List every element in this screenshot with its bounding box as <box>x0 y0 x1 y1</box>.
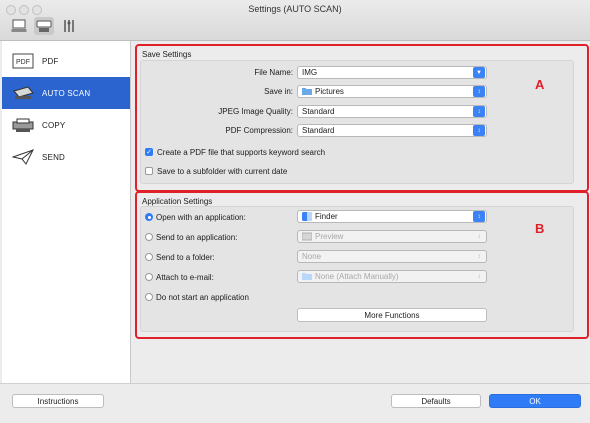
attach-to-email-label: Attach to e-mail: <box>156 273 214 282</box>
chevron-updown-icon: ↕ <box>477 233 481 240</box>
jpeg-quality-select[interactable]: Standard ↕ <box>297 105 487 118</box>
chevron-down-icon[interactable]: ▼ <box>473 67 485 78</box>
sidebar-item-send[interactable]: SEND <box>2 141 130 173</box>
auto-scan-icon <box>13 86 34 99</box>
ok-button[interactable]: OK <box>489 394 581 408</box>
sidebar: PDF PDF AUTO SCAN COPY SEND <box>2 41 131 383</box>
sidebar-item-label: PDF <box>42 56 59 66</box>
pdf-compression-select[interactable]: Standard ↕ <box>297 124 487 137</box>
do-not-start-application-label: Do not start an application <box>156 293 249 302</box>
keyword-search-checkbox[interactable]: ✓ <box>145 148 153 156</box>
chevron-updown-icon: ↕ <box>473 106 485 117</box>
do-not-start-application-radio[interactable] <box>145 293 153 301</box>
scan-from-computer-tab[interactable] <box>9 17 29 35</box>
scan-from-operation-panel-tab[interactable] <box>34 17 54 35</box>
send-to-application-label: Send to an application: <box>156 233 238 242</box>
chevron-updown-icon: ↕ <box>477 253 481 260</box>
send-to-application-select[interactable]: Preview ↕ <box>297 230 487 243</box>
annotation-marker-b: B <box>535 221 545 236</box>
open-with-application-label: Open with an application: <box>156 213 246 222</box>
subfolder-date-checkbox[interactable] <box>145 167 153 175</box>
open-with-application-radio[interactable] <box>145 213 153 221</box>
save-settings-title: Save Settings <box>142 50 192 59</box>
pdf-icon: PDF <box>12 53 34 69</box>
sidebar-item-label: AUTO SCAN <box>42 88 91 98</box>
subfolder-date-label: Save to a subfolder with current date <box>157 167 288 176</box>
scanner-computer-icon <box>11 19 27 32</box>
attach-to-email-radio[interactable] <box>145 273 153 281</box>
scanner-panel-icon <box>36 20 52 32</box>
keyword-search-label: Create a PDF file that supports keyword … <box>157 148 326 157</box>
copy-printer-icon <box>12 118 34 132</box>
save-in-value: Pictures <box>315 87 344 96</box>
tools-icon <box>64 20 74 32</box>
jpeg-quality-label: JPEG Image Quality: <box>218 107 293 116</box>
chevron-updown-icon: ↕ <box>473 86 485 97</box>
file-name-label: File Name: <box>254 68 293 77</box>
sidebar-item-pdf[interactable]: PDF PDF <box>2 45 130 77</box>
finder-icon <box>302 212 312 221</box>
application-settings-title: Application Settings <box>142 197 213 206</box>
annotation-marker-a: A <box>535 77 545 92</box>
send-to-folder-radio[interactable] <box>145 253 153 261</box>
jpeg-quality-value: Standard <box>302 107 335 116</box>
general-settings-tab[interactable] <box>59 17 79 35</box>
window-title: Settings (AUTO SCAN) <box>248 4 342 14</box>
sidebar-item-copy[interactable]: COPY <box>2 109 130 141</box>
file-name-combobox[interactable]: IMG ▼ <box>297 66 487 79</box>
more-functions-button[interactable]: More Functions <box>297 308 487 322</box>
open-with-application-select[interactable]: Finder ↕ <box>297 210 487 223</box>
preview-icon <box>302 232 312 241</box>
send-to-folder-select[interactable]: None ↕ <box>297 250 487 263</box>
sidebar-item-label: COPY <box>42 120 66 130</box>
save-in-label: Save in: <box>264 87 293 96</box>
send-to-application-value: Preview <box>315 232 344 241</box>
sidebar-item-auto-scan[interactable]: AUTO SCAN <box>2 77 130 109</box>
chevron-updown-icon: ↕ <box>473 211 485 222</box>
defaults-button[interactable]: Defaults <box>391 394 481 408</box>
folder-icon <box>302 273 312 280</box>
send-paper-plane-icon <box>12 149 34 165</box>
attach-to-email-select[interactable]: None (Attach Manually) ↕ <box>297 270 487 283</box>
title-bar: Settings (AUTO SCAN) <box>0 0 590 41</box>
save-in-select[interactable]: Pictures ↕ <box>297 85 487 98</box>
instructions-button[interactable]: Instructions <box>12 394 104 408</box>
file-name-value: IMG <box>302 68 318 77</box>
send-to-folder-label: Send to a folder: <box>156 253 215 262</box>
folder-icon <box>302 88 312 95</box>
send-to-folder-value: None <box>302 252 322 261</box>
pdf-compression-label: PDF Compression: <box>225 126 293 135</box>
svg-text:PDF: PDF <box>16 59 30 66</box>
send-to-application-radio[interactable] <box>145 233 153 241</box>
chevron-updown-icon: ↕ <box>473 125 485 136</box>
chevron-updown-icon: ↕ <box>477 273 481 280</box>
sidebar-item-label: SEND <box>42 152 66 162</box>
open-with-application-value: Finder <box>315 212 338 221</box>
attach-to-email-value: None (Attach Manually) <box>315 272 399 281</box>
pdf-compression-value: Standard <box>302 126 335 135</box>
